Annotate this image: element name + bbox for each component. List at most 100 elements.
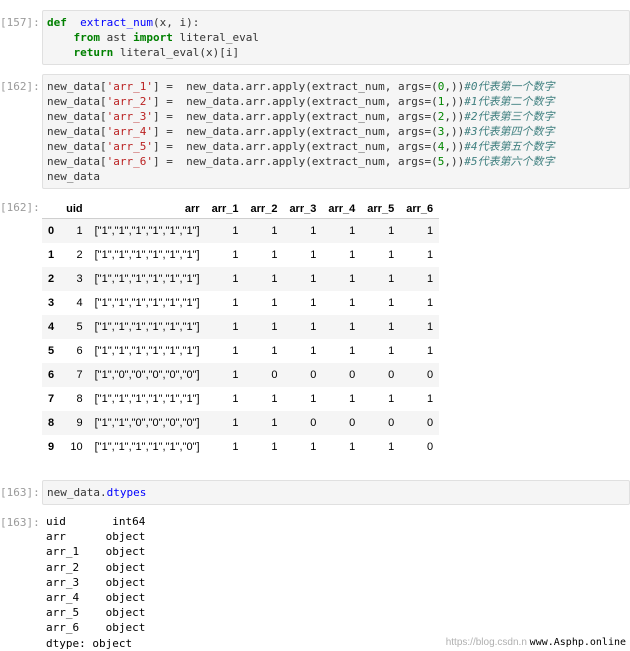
table-cell: ["1","1","1","1","1","1"] xyxy=(94,273,200,285)
table-row: 9 10 ["1","1","1","1","1","0"] 1 1 1 1 1 0 xyxy=(42,435,439,459)
row-index: 1 xyxy=(48,249,55,261)
code-line: new_data xyxy=(47,169,629,184)
table-cell: 1 xyxy=(349,273,356,285)
table-cell: ["1","1","1","1","1","1"] xyxy=(94,321,200,333)
table-cell: ["1","0","0","0","0","0"] xyxy=(94,369,200,381)
code-token: def xyxy=(47,16,67,29)
watermark-csdn-text: https://blog.csdn.n xyxy=(445,637,527,648)
code-token: ] = new_data.arr.apply(extract_num, args… xyxy=(152,125,438,138)
table-cell: 1 xyxy=(232,273,239,285)
table-cell: 1 xyxy=(388,297,395,309)
code-token: import xyxy=(133,31,173,44)
table-cell: 1 xyxy=(388,441,395,453)
code-line: return literal_eval(x)[i] xyxy=(47,45,629,60)
code-cell-extract-num[interactable]: def extract_num(x, i): from ast import l… xyxy=(42,10,630,65)
table-cell: 1 xyxy=(310,297,317,309)
code-token: 'arr_3' xyxy=(106,110,153,123)
dtypes-output: uid int64 arr object arr_1 object arr_2 … xyxy=(46,515,146,650)
row-index: 7 xyxy=(48,393,55,405)
code-line: def extract_num(x, i): xyxy=(47,15,629,30)
code-token: #3代表第四个数字 xyxy=(464,125,555,138)
table-cell: 10 xyxy=(70,441,83,453)
table-cell: 1 xyxy=(271,441,278,453)
code-token: extract_num xyxy=(80,16,153,29)
table-cell: 0 xyxy=(388,369,395,381)
table-row: 1 2 ["1","1","1","1","1","1"] 1 1 1 1 1 1 xyxy=(42,243,439,267)
table-cell: 1 xyxy=(271,225,278,237)
code-token: ] = new_data.arr.apply(extract_num, args… xyxy=(152,80,438,93)
code-token: 'arr_2' xyxy=(106,95,153,108)
code-cell-dtypes[interactable]: new_data.dtypes xyxy=(42,480,630,505)
table-cell: 1 xyxy=(232,249,239,261)
table-cell: 1 xyxy=(232,417,239,429)
code-cell-assign-columns[interactable]: new_data['arr_1'] = new_data.arr.apply(e… xyxy=(42,74,630,189)
row-index: 5 xyxy=(48,345,55,357)
code-token: literal_eval(x)[i] xyxy=(113,46,240,59)
code-token: ] = new_data.arr.apply(extract_num, args… xyxy=(152,155,438,168)
table-row: 6 7 ["1","0","0","0","0","0"] 1 0 0 0 0 0 xyxy=(42,363,440,387)
table-row: 5 6 ["1","1","1","1","1","1"] 1 1 1 1 1 1 xyxy=(42,339,439,363)
table-cell: ["1","1","1","1","1","1"] xyxy=(94,393,200,405)
code-token: new_data[ xyxy=(47,80,107,93)
table-row: 3 4 ["1","1","1","1","1","1"] 1 1 1 1 1 1 xyxy=(42,291,439,315)
table-cell: 0 xyxy=(388,417,395,429)
code-token: from xyxy=(73,31,101,44)
table-cell: ["1","1","1","1","1","0"] xyxy=(94,441,200,453)
code-token: 'arr_1' xyxy=(106,80,153,93)
table-cell: 7 xyxy=(76,369,83,381)
output-prompt-162: [162]: xyxy=(0,201,40,214)
table-cell: 1 xyxy=(349,441,356,453)
table-row: 0 1 ["1","1","1","1","1","1"] 1 1 1 1 1 1 xyxy=(42,218,440,243)
table-cell: 1 xyxy=(232,297,239,309)
table-cell: 1 xyxy=(271,297,278,309)
code-line: new_data['arr_2'] = new_data.arr.apply(e… xyxy=(47,94,629,109)
code-token: new_data[ xyxy=(47,95,107,108)
column-header: arr_3 xyxy=(283,199,323,219)
code-token: ] = new_data.arr.apply(extract_num, args… xyxy=(152,110,438,123)
table-cell: 1 xyxy=(271,417,278,429)
table-cell: 1 xyxy=(349,225,356,237)
column-header: uid xyxy=(60,199,89,219)
table-cell: 1 xyxy=(349,249,356,261)
table-cell: 1 xyxy=(427,297,434,309)
table-cell: 1 xyxy=(427,393,434,405)
table-row: 7 8 ["1","1","1","1","1","1"] 1 1 1 1 1 1 xyxy=(42,387,439,411)
column-header: arr_4 xyxy=(322,199,362,219)
table-cell: 0 xyxy=(427,369,434,381)
table-cell: 1 xyxy=(427,321,434,333)
table-cell: 1 xyxy=(271,321,278,333)
table-cell: 1 xyxy=(388,393,395,405)
code-token: ast xyxy=(100,31,134,44)
table-cell: 1 xyxy=(427,273,434,285)
table-cell: 0 xyxy=(349,369,356,381)
table-cell: 1 xyxy=(388,273,395,285)
code-token: 'arr_5' xyxy=(106,140,153,153)
row-index: 9 xyxy=(48,441,55,453)
code-token: new_data xyxy=(47,170,100,183)
input-prompt-157: [157]: xyxy=(0,16,40,29)
table-cell: 1 xyxy=(310,393,317,405)
code-token: new_data[ xyxy=(47,110,107,123)
table-cell: 3 xyxy=(76,273,83,285)
table-cell: ["1","1","1","1","1","1"] xyxy=(94,345,200,357)
code-line: new_data['arr_1'] = new_data.arr.apply(e… xyxy=(47,79,629,94)
table-cell: ["1","1","0","0","0","0"] xyxy=(94,417,200,429)
table-cell: 0 xyxy=(349,417,356,429)
table-cell: 1 xyxy=(349,321,356,333)
code-line: from ast import literal_eval xyxy=(47,30,629,45)
table-cell: ["1","1","1","1","1","1"] xyxy=(94,249,200,261)
row-index: 8 xyxy=(48,417,55,429)
table-cell: 1 xyxy=(310,321,317,333)
column-header: arr_2 xyxy=(244,199,284,219)
code-token: new_data[ xyxy=(47,140,107,153)
code-line: new_data['arr_4'] = new_data.arr.apply(e… xyxy=(47,124,629,139)
table-cell: 1 xyxy=(232,441,239,453)
code-token: (x, i): xyxy=(152,16,200,29)
table-cell: 1 xyxy=(310,225,317,237)
watermark-site-text: www.Asphp.online xyxy=(529,637,626,648)
table-cell: 2 xyxy=(76,249,83,261)
table-cell: 1 xyxy=(427,345,434,357)
